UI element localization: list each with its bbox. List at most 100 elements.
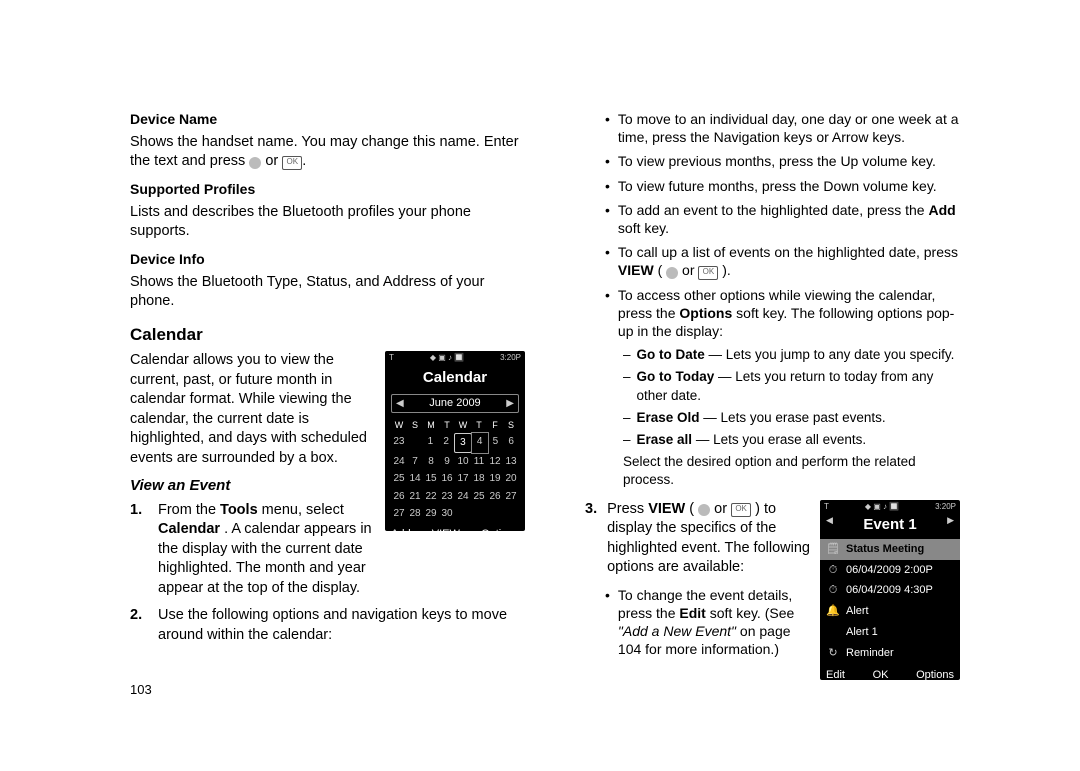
event-row: ↻Reminder bbox=[820, 643, 960, 664]
day-cell: 16 bbox=[439, 470, 455, 488]
event-row: 🗒Status Meeting bbox=[820, 539, 960, 560]
t: Go to Date bbox=[637, 347, 705, 362]
t: Options bbox=[679, 305, 732, 321]
right-column: To move to an individual day, one day or… bbox=[565, 110, 960, 731]
dash-item: Go to Date — Lets you jump to any date y… bbox=[623, 346, 960, 364]
t: "Add a New Event" bbox=[618, 623, 736, 639]
dow-cell: S bbox=[503, 417, 519, 433]
day-cell: 13 bbox=[503, 453, 519, 471]
day-cell bbox=[487, 505, 503, 523]
cal-row: 23 1 2 3 4 5 6 bbox=[391, 433, 519, 453]
ok-key-icon: OK bbox=[282, 156, 302, 170]
bullet: To move to an individual day, one day or… bbox=[605, 110, 960, 146]
or-text: or bbox=[265, 153, 282, 169]
event-label: 06/04/2009 4:30P bbox=[846, 583, 933, 598]
dash-text: Erase Old — Lets you erase past events. bbox=[637, 409, 886, 427]
dash-icon bbox=[623, 368, 631, 404]
month-bar: ◀ June 2009 ▶ bbox=[391, 394, 519, 413]
dash-text: Erase all — Lets you erase all events. bbox=[637, 431, 867, 449]
bullet-text: To call up a list of events on the highl… bbox=[618, 243, 960, 279]
t: — Lets you erase all events. bbox=[692, 432, 866, 447]
softkey-mid: VIEW bbox=[432, 527, 460, 542]
event-label: Status Meeting bbox=[846, 542, 924, 557]
t: Erase all bbox=[637, 432, 693, 447]
nav-center-icon bbox=[249, 157, 261, 169]
day-cell: 24 bbox=[455, 488, 471, 506]
t: — Lets you erase past events. bbox=[700, 410, 886, 425]
day-cell bbox=[503, 505, 519, 523]
dash-item: Erase all — Lets you erase all events. bbox=[623, 431, 960, 449]
next-month-icon: ▶ bbox=[506, 397, 514, 411]
dash-text: Go to Date — Lets you jump to any date y… bbox=[637, 346, 955, 364]
signal-icon: T bbox=[389, 353, 394, 364]
phone-title: Event 1 bbox=[820, 513, 960, 539]
device-info-para: Shows the Bluetooth Type, Status, and Ad… bbox=[130, 273, 525, 312]
bullet-icon bbox=[605, 201, 610, 237]
repeat-icon: ↻ bbox=[826, 646, 840, 661]
softkeys: Edit OK Options bbox=[820, 664, 960, 687]
bullet-text: To access other options while viewing th… bbox=[618, 286, 960, 341]
step-text: Press VIEW ( or OK ) to display the spec… bbox=[607, 500, 810, 578]
cal-row: 24 7 8 9 10 11 12 13 bbox=[391, 453, 519, 471]
t: Edit bbox=[679, 605, 705, 621]
day-cell: 18 bbox=[471, 470, 487, 488]
day-cell: 30 bbox=[439, 505, 455, 523]
dow-cell: T bbox=[471, 417, 487, 433]
dow-cell: W bbox=[455, 417, 471, 433]
day-cell bbox=[455, 505, 471, 523]
clock-icon: ⏱ bbox=[826, 563, 840, 578]
t: soft key. bbox=[618, 220, 669, 236]
t: Add bbox=[928, 202, 955, 218]
phone-title: Calendar bbox=[385, 366, 525, 392]
step-3-block: T ◆ ▣ ♪ 🔲 3:20P ◀▶ Event 1 🗒Status Meeti… bbox=[565, 500, 960, 680]
day-cell: 11 bbox=[471, 453, 487, 471]
day-cell: 17 bbox=[455, 470, 471, 488]
bullet-icon bbox=[605, 152, 610, 170]
softkeys: Add VIEW Options bbox=[385, 523, 525, 546]
bullet-icon bbox=[605, 586, 610, 659]
ok-key-icon: OK bbox=[731, 503, 751, 517]
dow-cell: W bbox=[391, 417, 407, 433]
event-label: 06/04/2009 2:00P bbox=[846, 563, 933, 578]
day-cell: 9 bbox=[439, 453, 455, 471]
t: or bbox=[710, 501, 731, 517]
calendar-heading: Calendar bbox=[130, 324, 525, 347]
wk-cell: 27 bbox=[391, 505, 407, 523]
bell-icon: 🔔 bbox=[826, 604, 840, 619]
t: Calendar bbox=[158, 521, 220, 537]
day-cell: 27 bbox=[503, 488, 519, 506]
event-label: Alert 1 bbox=[846, 625, 878, 640]
day-cell: 7 bbox=[407, 453, 423, 471]
t: From the bbox=[158, 502, 220, 518]
bullet: To change the event details, press the E… bbox=[605, 586, 810, 659]
bullet-text: To view future months, press the Down vo… bbox=[618, 177, 937, 195]
t: Go to Today bbox=[637, 369, 715, 384]
t: ( bbox=[685, 501, 698, 517]
prev-event-icon: ◀ bbox=[826, 514, 833, 526]
dash-icon bbox=[623, 346, 631, 364]
wk-cell: 26 bbox=[391, 488, 407, 506]
dow-cell: S bbox=[407, 417, 423, 433]
page-number: 103 bbox=[130, 682, 152, 697]
softkey-mid: OK bbox=[873, 668, 889, 683]
next-event-icon: ▶ bbox=[947, 514, 954, 526]
day-cell: 2 bbox=[438, 433, 454, 453]
wk-cell: 25 bbox=[391, 470, 407, 488]
clock-text: 3:20P bbox=[935, 502, 956, 513]
day-cell: 8 bbox=[423, 453, 439, 471]
phone-status-bar: T ◆ ▣ ♪ 🔲 3:20P bbox=[385, 351, 525, 366]
dash-icon bbox=[623, 409, 631, 427]
supported-profiles-para: Lists and describes the Bluetooth profil… bbox=[130, 203, 525, 242]
bullet: To view previous months, press the Up vo… bbox=[605, 152, 960, 170]
t: — Lets you jump to any date you specify. bbox=[705, 347, 955, 362]
day-cell: 20 bbox=[503, 470, 519, 488]
day-cell-event: 4 bbox=[472, 433, 488, 453]
softkey-right: Options bbox=[481, 527, 519, 542]
t: soft key. (See bbox=[706, 605, 794, 621]
calendar-phone: T ◆ ▣ ♪ 🔲 3:20P Calendar ◀ June 2009 ▶ W… bbox=[385, 351, 525, 531]
t: or bbox=[678, 262, 698, 278]
step-3: 3. Press VIEW ( or OK ) to display the s… bbox=[585, 500, 810, 578]
dash-text: Go to Today — Lets you return to today f… bbox=[637, 368, 960, 404]
step-num: 2. bbox=[130, 606, 148, 645]
cal-row: 25 14 15 16 17 18 19 20 bbox=[391, 470, 519, 488]
